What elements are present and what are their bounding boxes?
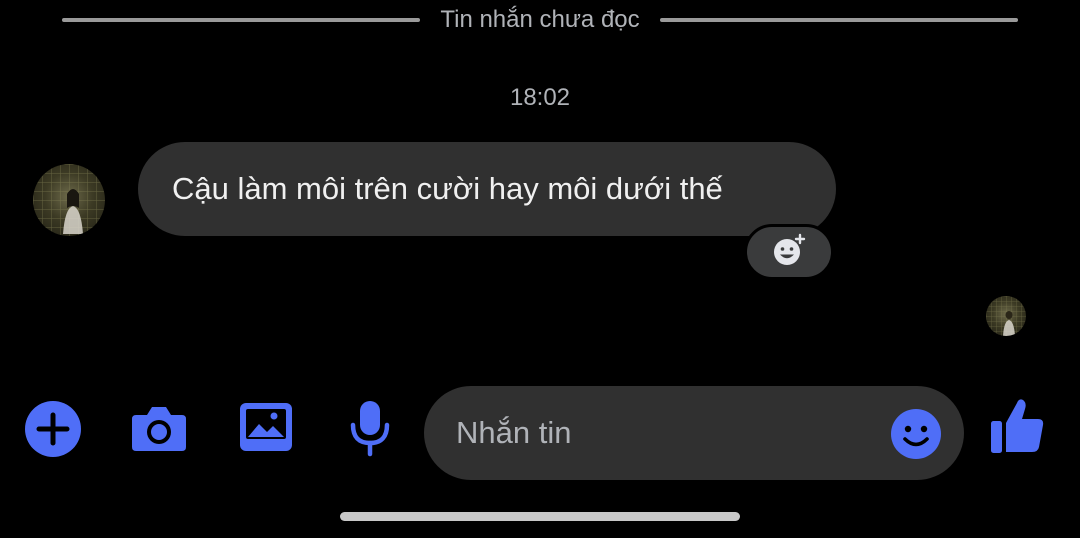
- voice-message-button[interactable]: [346, 400, 394, 460]
- message-input-container[interactable]: [424, 386, 964, 480]
- camera-icon: [130, 403, 188, 458]
- add-reaction-button[interactable]: [744, 224, 834, 280]
- unread-messages-divider: Tin nhắn chưa đọc: [62, 4, 1018, 36]
- gallery-button[interactable]: [238, 402, 294, 456]
- add-reaction-icon: [771, 232, 807, 273]
- home-indicator[interactable]: [340, 512, 740, 521]
- microphone-icon: [348, 399, 392, 462]
- camera-button[interactable]: [130, 402, 188, 458]
- thumbs-up-icon: [989, 397, 1045, 460]
- unread-divider-label: Tin nhắn chưa đọc: [440, 6, 640, 33]
- smiley-icon[interactable]: [890, 408, 942, 460]
- sender-avatar[interactable]: [33, 164, 105, 236]
- plus-circle-icon: [24, 400, 82, 463]
- send-like-button[interactable]: [988, 398, 1046, 458]
- image-icon: [239, 402, 293, 457]
- divider-line-left: [62, 18, 421, 22]
- message-timestamp: 18:02: [509, 84, 571, 111]
- seen-receipt-avatar: [986, 296, 1026, 336]
- message-text: Cậu làm môi trên cười hay môi dưới thế: [172, 171, 723, 206]
- more-actions-button[interactable]: [24, 400, 82, 463]
- divider-line-right: [659, 18, 1018, 22]
- message-input[interactable]: [456, 386, 876, 480]
- incoming-message-bubble[interactable]: Cậu làm môi trên cười hay môi dưới thế: [138, 142, 836, 236]
